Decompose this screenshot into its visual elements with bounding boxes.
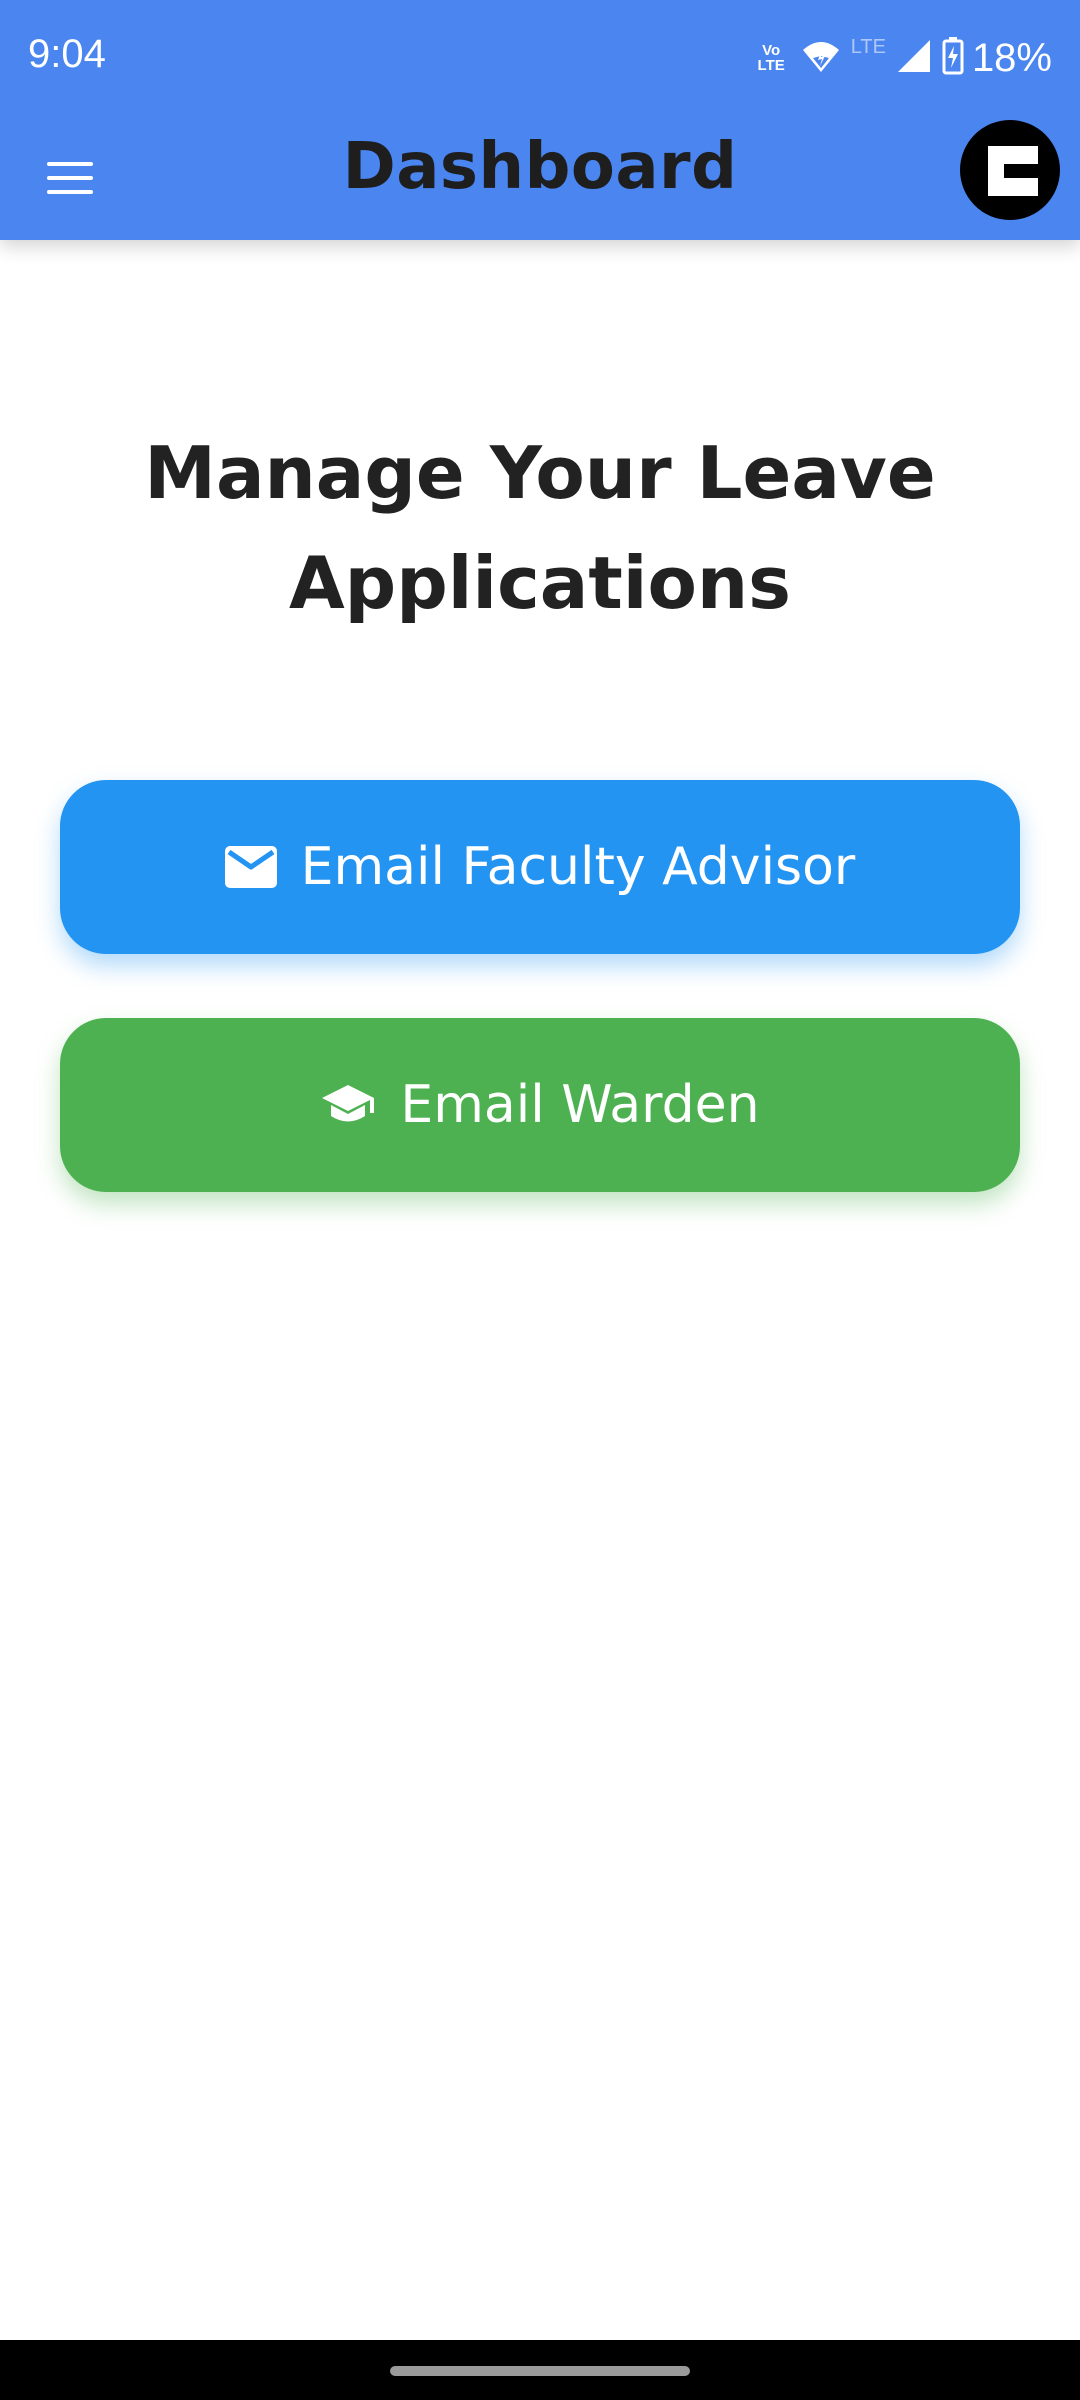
app-header: 9:04 Vo LTE LTE 18% Dashboard <box>0 0 1080 240</box>
wifi-icon <box>801 38 841 78</box>
email-faculty-advisor-button[interactable]: Email Faculty Advisor <box>60 780 1020 954</box>
email-warden-label: Email Warden <box>400 1075 760 1135</box>
dashboard-screen: 9:04 Vo LTE LTE 18% Dashboard Manage You… <box>0 0 1080 2400</box>
avatar-logo-icon <box>988 146 1038 196</box>
lte-label: LTE <box>850 36 886 58</box>
email-faculty-advisor-label: Email Faculty Advisor <box>300 837 856 897</box>
page-title: Dashboard <box>342 130 738 204</box>
navigation-bar <box>0 2340 1080 2400</box>
app-bar: Dashboard <box>0 118 1080 240</box>
signal-icon <box>896 38 932 78</box>
graduation-cap-icon <box>320 1083 376 1127</box>
volte-top-text: Vo <box>762 42 781 59</box>
volte-icon: Vo LTE <box>758 43 785 73</box>
home-gesture-handle[interactable] <box>390 2366 690 2376</box>
battery-percentage: 18% <box>971 35 1052 80</box>
email-icon <box>224 846 277 888</box>
status-time: 9:04 <box>28 32 106 76</box>
status-bar: 9:04 Vo LTE LTE 18% <box>0 0 1080 118</box>
email-warden-button[interactable]: Email Warden <box>60 1018 1020 1192</box>
battery-charging-icon <box>942 37 964 79</box>
status-icons: Vo LTE LTE 18% <box>758 30 1052 86</box>
volte-bottom-text: LTE <box>757 57 785 74</box>
page-heading: Manage Your Leave Applications <box>144 431 936 625</box>
profile-avatar[interactable] <box>960 120 1060 220</box>
